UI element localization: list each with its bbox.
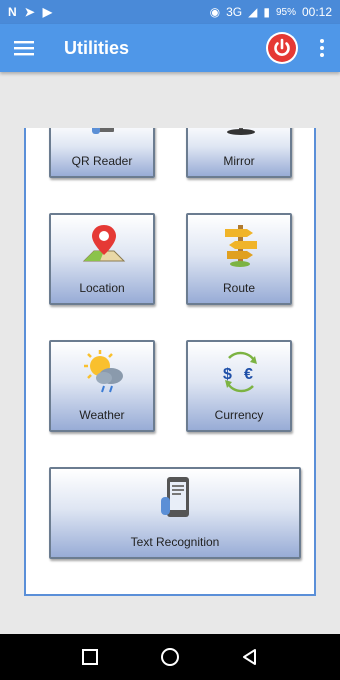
network-type: 3G [226,5,243,19]
qr-reader-icon [92,128,114,134]
tile-label: QR Reader [71,154,133,168]
notification-icons: N ➤ ▶ [8,5,52,19]
recents-button[interactable] [81,648,99,666]
tile-text-recognition[interactable]: Text Recognition [49,467,301,559]
vibrate-icon: ◉ [209,5,221,19]
tile-label: Text Recognition [130,535,220,549]
dot [320,46,324,50]
more-options-button[interactable] [310,32,334,64]
mirror-icon [227,128,255,135]
currency-exchange-icon: $ € [223,351,257,393]
tile-label: Currency [214,408,264,422]
weather-icon [84,350,123,393]
dot [320,53,324,57]
tile-weather[interactable]: Weather [49,340,155,432]
utilities-panel: QR Reader Mirror Location Route Weather … [24,128,316,596]
tile-label: Location [79,281,125,295]
signal-icon: ◢ [248,5,258,19]
notification-n-icon: N [8,5,17,19]
notification-play-icon: ▶ [42,5,52,19]
power-icon [268,34,296,62]
svg-text:€: € [244,366,253,383]
tile-label: Weather [79,408,125,422]
phone-scan-icon [161,477,189,517]
dot [320,39,324,43]
svg-text:$: $ [223,366,232,383]
tile-label: Route [222,281,256,295]
status-bar: N ➤ ▶ ◉ 3G ◢ ▮ 95% 00:12 [0,0,340,24]
tile-mirror[interactable]: Mirror [186,128,292,178]
back-button[interactable] [241,648,259,666]
battery-level: 95% [275,6,296,18]
signpost-icon [225,225,257,267]
notification-send-icon: ➤ [24,5,35,19]
tile-currency[interactable]: $ € Currency [186,340,292,432]
battery-icon: ▮ [263,5,270,19]
system-nav-bar [0,634,340,680]
home-button[interactable] [160,647,180,667]
tile-qr-reader[interactable]: QR Reader [49,128,155,178]
app-bar: Utilities [0,24,340,72]
tile-location[interactable]: Location [49,213,155,305]
hamburger-icon [14,41,34,56]
page-title: Utilities [64,37,130,58]
map-pin-icon [82,225,126,262]
power-button[interactable] [266,32,298,64]
tile-route[interactable]: Route [186,213,292,305]
clock: 00:12 [301,5,332,19]
menu-button[interactable] [0,24,48,72]
tile-label: Mirror [223,154,255,168]
